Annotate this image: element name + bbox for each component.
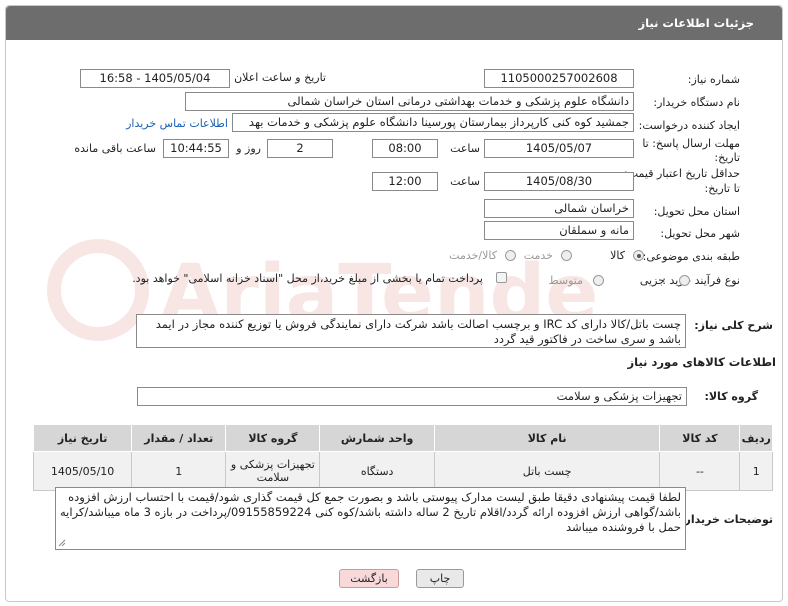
process-radio-minor[interactable] [679,275,690,286]
validity-date-field: 1405/08/30 [484,172,634,191]
process-radio-medium[interactable] [593,275,604,286]
resize-grip-icon[interactable] [58,539,66,547]
deadline-date-field: 1405/05/07 [484,139,634,158]
process-option-medium: متوسط [548,274,583,287]
deadline-days-label: روز و [236,142,261,155]
summary-text: چست باتل/کالا دارای کد IRC و برچسب اصالت… [155,317,681,346]
panel-header: جزئیات اطلاعات نیاز [6,6,782,40]
city-field: مانه و سملقان [484,221,634,240]
col-header-date: تاریخ نیاز [32,424,133,452]
table-row[interactable]: 1 -- چست باتل دستگاه تجهیزات پزشکی و سلا… [32,451,773,491]
goods-info-title: اطلاعات کالاهای مورد نیاز [627,355,776,369]
buyer-contact-link[interactable]: اطلاعات تماس خریدار [126,117,228,130]
cell-date: 1405/05/10 [32,451,133,491]
city-label: شهر محل تحویل: [660,227,740,240]
category-radio-goods[interactable] [633,250,644,261]
creator-label: ایجاد کننده درخواست: [638,119,740,132]
buyer-notes-text: لطفا قیمت پیشنهادی دقیقا طبق لیست مدارک … [60,490,681,534]
cell-qty: 1 [131,451,227,491]
deadline-time-label: ساعت [450,142,480,155]
items-table: ردیف کد کالا نام کالا واحد شمارش گروه کا… [32,424,773,491]
category-option-goods: کالا [610,249,625,262]
col-header-group: گروه کالا [225,424,321,452]
validity-time-field: 12:00 [372,172,438,191]
cell-index: 1 [739,451,773,491]
category-option-service: خدمت [523,249,553,262]
category-radio-goods-service[interactable] [505,250,516,261]
need-number-label: شماره نیاز: [687,73,740,86]
deadline-time-field: 08:00 [372,139,438,158]
announce-field: 1405/05/04 - 16:58 [80,69,230,88]
buyer-notes-label: توضیحات خریدار: [680,513,773,526]
creator-field: جمشید کوه کنی کارپرداز بیمارستان پورسینا… [232,113,634,132]
validity-label-line2: تا تاریخ: [704,182,740,195]
print-button[interactable]: چاپ [416,569,464,588]
deadline-days-field: 2 [267,139,333,158]
province-label: استان محل تحویل: [653,205,740,218]
province-field: خراسان شمالی [484,199,634,218]
buyer-notes-textarea: لطفا قیمت پیشنهادی دقیقا طبق لیست مدارک … [55,487,686,550]
cell-code: -- [659,451,741,491]
table-header-row: ردیف کد کالا نام کالا واحد شمارش گروه کا… [32,424,773,452]
goods-group-label: گروه کالا: [704,390,758,403]
validity-time-label: ساعت [450,175,480,188]
page-title: جزئیات اطلاعات نیاز [638,16,754,30]
process-option-minor: جزیی [639,274,665,287]
category-radio-service[interactable] [561,250,572,261]
treasury-payment-checkbox[interactable] [496,272,507,283]
buyer-label: نام دستگاه خریدار: [653,96,740,109]
cell-unit: دستگاه [319,451,435,491]
remaining-time-field: 10:44:55 [163,139,229,158]
category-option-goods-service: کالا/خدمت [449,249,497,262]
category-label: طبقه بندی موضوعی: [642,250,740,263]
remaining-time-label: ساعت باقی مانده [74,142,156,155]
back-button[interactable]: بازگشت [339,569,399,588]
need-number-field: 1105000257002608 [484,69,634,88]
validity-label-line1: حداقل تاریخ اعتبار قیمت: [624,167,740,180]
col-header-row: ردیف [739,424,773,452]
summary-label: شرح کلی نیاز: [694,319,773,332]
deadline-label-line2: تاریخ: [714,151,740,164]
col-header-code: کد کالا [659,424,741,452]
col-header-qty: تعداد / مقدار [131,424,227,452]
col-header-unit: واحد شمارش [319,424,435,452]
process-label: نوع فرآیند خرید : [662,274,740,287]
cell-name: چست باتل [433,451,661,491]
summary-textarea: چست باتل/کالا دارای کد IRC و برچسب اصالت… [136,314,686,348]
goods-group-field: تجهیزات پزشکی و سلامت [137,387,687,406]
buyer-field: دانشگاه علوم پزشکی و خدمات بهداشتی درمان… [185,92,634,111]
treasury-payment-text: پرداخت تمام یا بخشی از مبلغ خرید،از محل … [132,272,483,285]
deadline-label-line1: مهلت ارسال پاسخ: تا [642,137,740,150]
col-header-name: نام کالا [433,424,661,452]
cell-group: تجهیزات پزشکی و سلامت [225,451,321,491]
